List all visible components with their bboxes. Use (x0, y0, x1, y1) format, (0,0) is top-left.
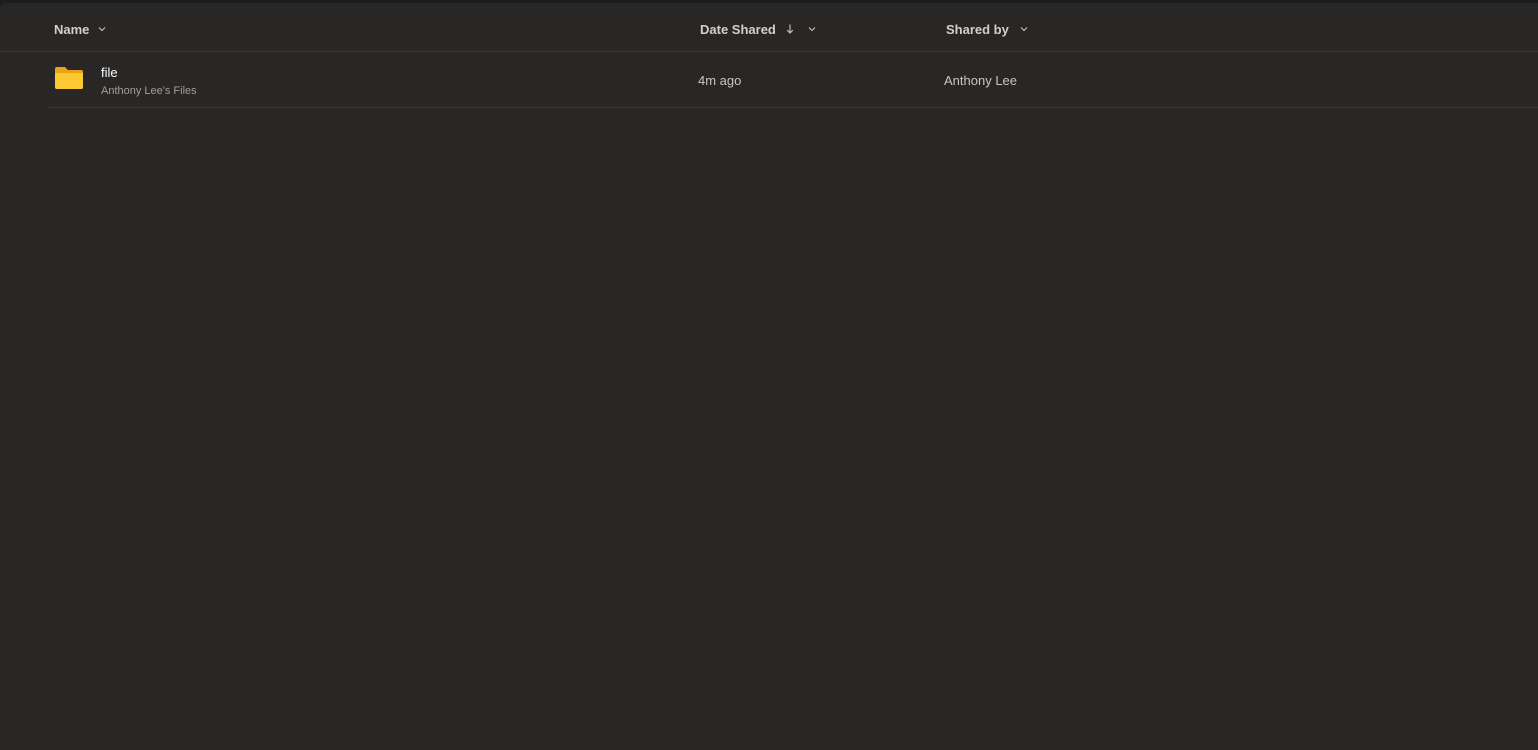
file-location: Anthony Lee's Files (101, 85, 197, 97)
date-shared-value: 4m ago (698, 73, 742, 88)
column-header-date-shared-label: Date Shared (700, 21, 776, 37)
chevron-down-icon (99, 27, 106, 32)
file-name[interactable]: file (101, 65, 118, 80)
chevron-down-icon (1020, 27, 1028, 32)
sort-descending-arrow-icon (786, 24, 794, 34)
file-list-row[interactable]: file Anthony Lee's Files 4m ago Anthony … (48, 52, 1538, 108)
folder-icon (55, 67, 83, 89)
column-header-date-shared[interactable]: Date Shared (700, 20, 817, 38)
column-header-shared-by[interactable]: Shared by (946, 20, 1029, 38)
shared-files-view: Name Date Shared Shared by file Anthony … (0, 3, 1538, 750)
column-header-name[interactable]: Name (54, 20, 107, 38)
column-header-shared-by-label: Shared by (946, 21, 1009, 37)
column-header-name-label: Name (54, 21, 90, 37)
shared-by-value: Anthony Lee (944, 73, 1018, 88)
column-header-row: Name Date Shared Shared by (0, 3, 1538, 52)
chevron-down-icon (808, 27, 816, 32)
